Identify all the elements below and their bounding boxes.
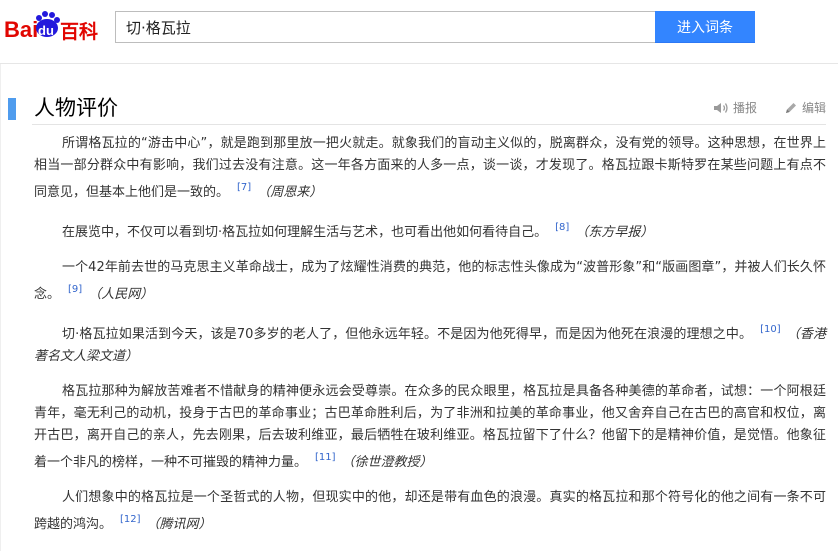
pencil-icon (786, 103, 796, 113)
paragraph-text: 所谓格瓦拉的“游击中心”，就是跑到那里放一把火就走。就象我们的盲动主义似的，脱离… (34, 136, 826, 200)
paragraph: 切·格瓦拉如果活到今天，该是70多岁的老人了，但他永远年轻。不是因为他死得早，而… (34, 319, 826, 368)
reference-link[interactable]: [8] (555, 222, 569, 233)
evaluation-paragraphs: 所谓格瓦拉的“游击中心”，就是跑到那里放一把火就走。就象我们的盲动主义似的，脱离… (34, 133, 826, 549)
section-divider (32, 124, 826, 125)
source-attribution: （周恩来） (257, 185, 323, 200)
top-bar: Bai du 百科 进入词条 (0, 0, 838, 58)
paragraph: 格瓦拉那种为解放苦难者不惜献身的精神便永远会受尊崇。在众多的民众眼里，格瓦拉是具… (34, 381, 826, 474)
paragraph: 一个42年前去世的马克思主义革命战士，成为了炫耀性消费的典范，他的标志性头像成为… (34, 257, 826, 306)
paragraph-text: 在展览中，不仅可以看到切·格瓦拉如何理解生活与艺术，也可看出他如何看待自己。 (62, 225, 548, 240)
source-attribution: （东方早报） (575, 225, 654, 240)
play-audio-button[interactable]: 播报 (713, 100, 757, 116)
paragraph: 所谓格瓦拉的“游击中心”，就是跑到那里放一把火就走。就象我们的盲动主义似的，脱离… (34, 133, 826, 204)
source-attribution: （徐世澄教授） (341, 455, 433, 470)
reference-link[interactable]: [9] (68, 284, 82, 295)
reference-link[interactable]: [7] (237, 182, 251, 193)
section-title: 人物评价 (34, 96, 118, 120)
source-attribution: （人民网） (88, 287, 154, 302)
section-accent-bar (8, 98, 16, 120)
baidu-baike-logo[interactable]: Bai du 百科 (4, 10, 108, 46)
logo-text-du: du (38, 23, 54, 38)
search-input[interactable] (115, 11, 655, 43)
paragraph: 在展览中，不仅可以看到切·格瓦拉如何理解生活与艺术，也可看出他如何看待自己。 [8… (34, 217, 826, 244)
source-attribution: （腾讯网） (146, 517, 212, 532)
paragraph-text: 切·格瓦拉如果活到今天，该是70多岁的老人了，但他永远年轻。不是因为他死得早，而… (62, 327, 753, 342)
logo-text-bai: Bai (4, 17, 38, 42)
edit-button[interactable]: 编辑 (784, 100, 826, 116)
edit-label: 编辑 (802, 101, 827, 115)
play-label: 播报 (733, 101, 758, 115)
speaker-icon (714, 103, 728, 113)
paragraph: 人们想象中的格瓦拉是一个圣哲式的人物，但现实中的他，却还是带有血色的浪漫。真实的… (34, 487, 826, 536)
reference-link[interactable]: [10] (760, 324, 781, 335)
logo-text-baike: 百科 (60, 20, 98, 43)
reference-link[interactable]: [11] (315, 452, 336, 463)
reference-link[interactable]: [12] (120, 514, 141, 525)
enter-entry-button[interactable]: 进入词条 (655, 11, 755, 43)
